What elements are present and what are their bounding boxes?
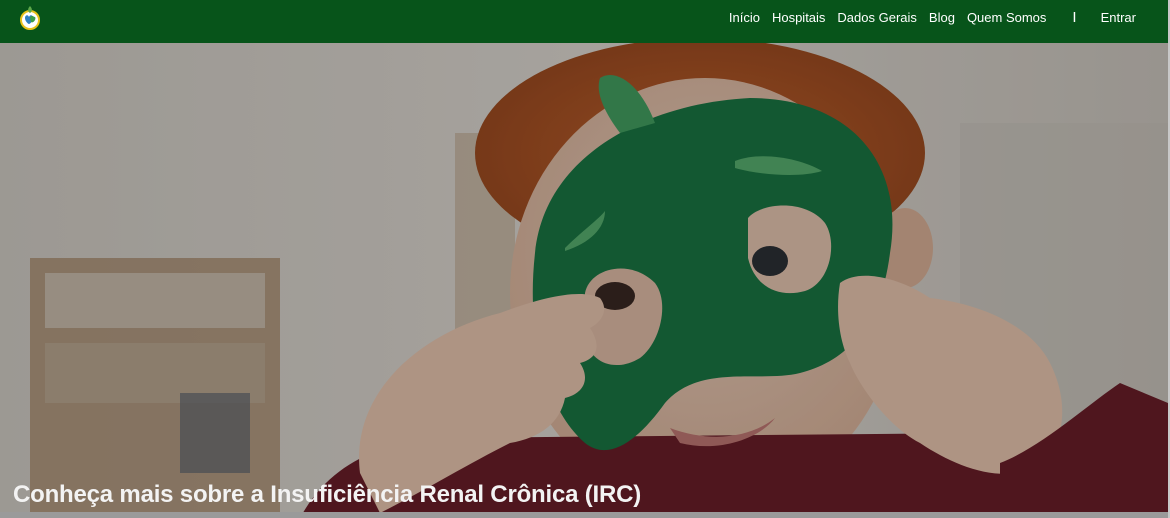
nav-link-hospitais[interactable]: Hospitais	[772, 10, 825, 25]
main-nav: Início Hospitais Dados Gerais Blog Quem …	[729, 0, 1168, 35]
nav-link-quem-somos[interactable]: Quem Somos	[967, 10, 1046, 25]
nav-separator: I	[1072, 9, 1077, 26]
hero-dark-overlay	[0, 43, 1168, 518]
nav-link-inicio[interactable]: Início	[729, 10, 760, 25]
page-bottom-strip	[0, 512, 1168, 518]
kidney-logo-icon[interactable]	[19, 4, 41, 30]
nav-link-dados-gerais[interactable]: Dados Gerais	[837, 10, 916, 25]
top-navbar: Início Hospitais Dados Gerais Blog Quem …	[0, 0, 1168, 43]
nav-link-blog[interactable]: Blog	[929, 10, 955, 25]
hero-banner[interactable]: Conheça mais sobre a Insuficiência Renal…	[0, 43, 1168, 518]
login-link[interactable]: Entrar	[1101, 10, 1136, 25]
